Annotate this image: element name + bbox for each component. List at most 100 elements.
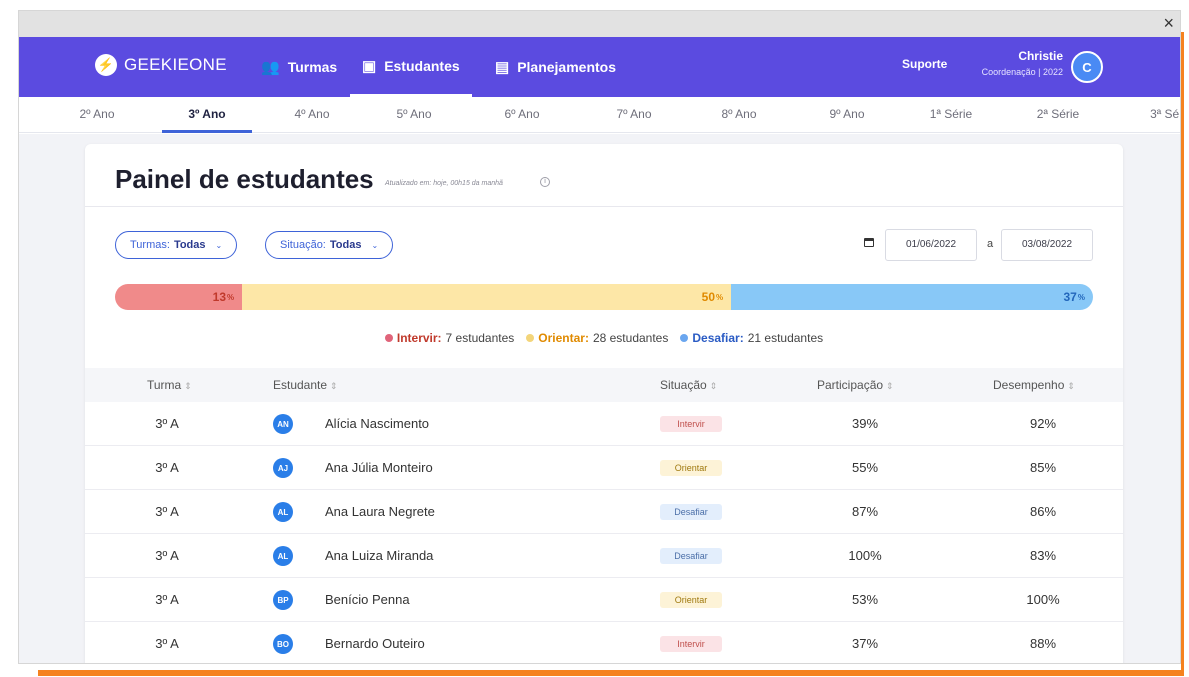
cell-student-name[interactable]: Ana Luiza Miranda: [325, 534, 433, 578]
sort-icon: ⇕: [184, 381, 192, 391]
tab-grade[interactable]: 6º Ano: [492, 97, 552, 133]
status-badge: Orientar: [660, 460, 722, 476]
column-estudante-label: Estudante: [273, 378, 328, 392]
legend-label: Orientar:: [538, 331, 589, 345]
cell-student-name[interactable]: Ana Júlia Monteiro: [325, 446, 433, 490]
tab-grade[interactable]: 5º Ano: [384, 97, 444, 133]
column-estudante[interactable]: Estudante ⇕: [273, 368, 338, 403]
tab-grade[interactable]: 2º Ano: [67, 97, 127, 133]
legend-orientar: Orientar: 28 estudantes: [526, 331, 668, 345]
legend-count: 21 estudantes: [747, 331, 824, 345]
table-header: Turma ⇕ Estudante ⇕ Situação ⇕ Participação…: [85, 368, 1123, 402]
column-situacao-label: Situação: [660, 378, 707, 392]
student-avatar: AJ: [273, 458, 293, 478]
column-turma[interactable]: Turma ⇕: [147, 368, 192, 403]
cell-desempenho: 85%: [1029, 460, 1057, 475]
updated-timestamp: Atualizado em: hoje, 00h15 da manhã: [385, 180, 503, 187]
support-link[interactable]: Suporte: [902, 57, 947, 71]
frame-accent-right: [1181, 32, 1184, 675]
cell-desempenho: 88%: [1029, 636, 1057, 651]
turmas-filter[interactable]: Turmas: Todas ⌄: [115, 231, 238, 259]
situacao-filter-label: Situação:: [280, 239, 326, 251]
users-icon: 👥: [261, 59, 280, 76]
close-icon[interactable]: ×: [1163, 13, 1174, 33]
percent-suffix: %: [1077, 292, 1085, 302]
student-avatar: AL: [273, 502, 293, 522]
cell-turma: 3º A: [155, 504, 179, 519]
tab-grade[interactable]: 9º Ano: [817, 97, 877, 133]
legend-label: Desafiar:: [692, 331, 744, 345]
tab-grade[interactable]: 4º Ano: [282, 97, 342, 133]
tab-grade[interactable]: 2ª Série: [1028, 97, 1088, 133]
situacao-filter-value: Todas: [329, 239, 362, 251]
table-row[interactable]: 3º A BO Bernardo Outeiro Intervir 37% 88%: [85, 622, 1123, 663]
cell-participacao: 37%: [851, 636, 879, 651]
tab-grade[interactable]: 8º Ano: [709, 97, 769, 133]
nav-estudantes[interactable]: ▣ Estudantes: [350, 37, 472, 97]
legend-dot: [680, 334, 689, 342]
nav-estudantes-label: Estudantes: [384, 57, 460, 74]
tab-grade[interactable]: 3º Ano: [162, 97, 252, 133]
tab-grade[interactable]: 7º Ano: [604, 97, 664, 133]
segment-percent: 50: [701, 290, 715, 304]
cell-turma: 3º A: [155, 460, 179, 475]
nav-turmas-label: Turmas: [287, 59, 338, 75]
column-situacao[interactable]: Situação ⇕: [660, 368, 717, 403]
table-row[interactable]: 3º A AL Ana Laura Negrete Desafiar 87% 86%: [85, 490, 1123, 534]
cell-turma: 3º A: [155, 548, 179, 563]
status-badge: Desafiar: [660, 548, 722, 564]
cell-participacao: 55%: [851, 460, 879, 475]
nav-turmas[interactable]: 👥 Turmas: [261, 37, 337, 97]
status-badge: Intervir: [660, 636, 722, 652]
column-desempenho-label: Desempenho: [993, 378, 1065, 392]
page-title: Painel de estudantes: [115, 164, 374, 194]
situacao-filter[interactable]: Situação: Todas ⌄: [265, 231, 394, 259]
grade-tabs: 2º Ano 3º Ano 4º Ano 5º Ano 6º Ano 7º Ano 8º A…: [19, 97, 1180, 133]
window-titlebar: ×: [19, 11, 1180, 37]
cell-student-name[interactable]: Benício Penna: [325, 578, 410, 622]
progress-segment-orientar: 50%: [242, 284, 732, 310]
table-row[interactable]: 3º A BP Benício Penna Orientar 53% 100%: [85, 578, 1123, 622]
date-separator: a: [987, 238, 994, 250]
status-badge: Intervir: [660, 416, 722, 432]
cell-student-name[interactable]: Alícia Nascimento: [325, 402, 429, 446]
date-to-input[interactable]: 03/08/2022: [1001, 229, 1093, 261]
situation-distribution-bar: 13% 50% 37%: [115, 284, 1093, 310]
id-card-icon: ▣: [362, 57, 377, 75]
info-icon[interactable]: i: [540, 177, 550, 187]
status-badge: Orientar: [660, 592, 722, 608]
table-row[interactable]: 3º A AN Alícia Nascimento Intervir 39% 92%: [85, 402, 1123, 446]
chevron-down-icon: ⌄: [215, 240, 223, 250]
user-name: Christie: [1018, 49, 1063, 63]
cell-student-name[interactable]: Ana Laura Negrete: [325, 490, 435, 534]
percent-suffix: %: [227, 292, 235, 302]
legend-count: 7 estudantes: [445, 331, 515, 345]
date-from-input[interactable]: 01/06/2022: [885, 229, 977, 261]
cell-desempenho: 86%: [1029, 504, 1057, 519]
brand[interactable]: ⚡ GEEKIEONE: [95, 54, 227, 76]
turmas-filter-value: Todas: [173, 239, 206, 251]
cell-desempenho: 92%: [1029, 416, 1057, 431]
calendar-icon[interactable]: [864, 238, 874, 247]
cell-student-name[interactable]: Bernardo Outeiro: [325, 622, 425, 663]
cell-desempenho: 100%: [1026, 592, 1060, 607]
sort-icon: ⇕: [330, 381, 338, 391]
table-row[interactable]: 3º A AL Ana Luiza Miranda Desafiar 100% 83%: [85, 534, 1123, 578]
column-participacao-label: Participação: [817, 378, 884, 392]
progress-segment-desafiar: 37%: [731, 284, 1093, 310]
user-role: Coordenação | 2022: [981, 67, 1063, 77]
user-avatar[interactable]: C: [1071, 51, 1103, 83]
table-row[interactable]: 3º A AJ Ana Júlia Monteiro Orientar 55% 85%: [85, 446, 1123, 490]
column-desempenho[interactable]: Desempenho ⇕: [993, 368, 1075, 403]
tab-grade[interactable]: 3ª Séri: [1138, 97, 1180, 133]
students-panel: Painel de estudantes Atualizado em: hoje…: [85, 144, 1123, 663]
divider: [85, 206, 1123, 207]
nav-planejamentos[interactable]: ▤ Planejamentos: [495, 37, 616, 97]
cell-participacao: 39%: [851, 416, 879, 431]
tab-grade[interactable]: 1ª Série: [921, 97, 981, 133]
legend-label: Intervir:: [396, 331, 442, 345]
sort-icon: ⇕: [886, 381, 894, 391]
student-avatar: AL: [273, 546, 293, 566]
column-participacao[interactable]: Participação ⇕: [817, 368, 894, 403]
cell-turma: 3º A: [155, 592, 179, 607]
